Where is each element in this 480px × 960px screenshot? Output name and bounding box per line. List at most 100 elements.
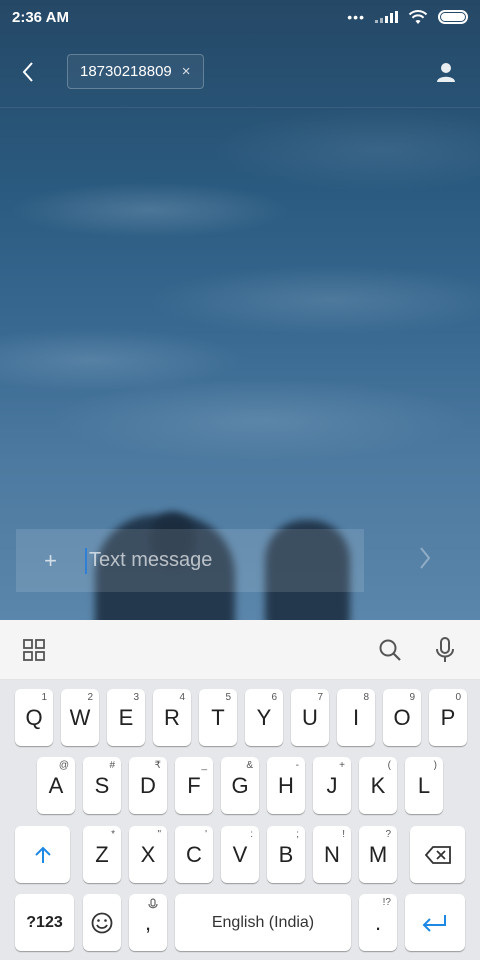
wifi-icon	[408, 10, 428, 24]
key-alt-label: 3	[133, 692, 139, 703]
emoji-key[interactable]	[83, 894, 121, 951]
space-key[interactable]: English (India)	[175, 894, 351, 951]
key-alt-label: 8	[363, 692, 369, 703]
key-label: Y	[256, 704, 272, 730]
key-label: J	[326, 772, 338, 798]
period-label: .	[374, 909, 382, 935]
key-label: Z	[95, 841, 109, 867]
search-icon	[379, 639, 401, 661]
key-label: W	[69, 704, 91, 730]
key-y[interactable]: Y6	[245, 689, 283, 746]
key-label: F	[187, 772, 201, 798]
key-label: S	[94, 772, 110, 798]
key-alt-label: 5	[225, 692, 231, 703]
recipient-chip[interactable]: 18730218809 ×	[67, 54, 204, 89]
key-c[interactable]: C '	[175, 826, 213, 883]
key-w[interactable]: W2	[61, 689, 99, 746]
key-l[interactable]: L)	[405, 757, 443, 814]
key-alt-label: '	[205, 829, 207, 840]
add-contact-button[interactable]	[432, 58, 460, 86]
key-alt-label: @	[58, 760, 69, 771]
message-input[interactable]	[85, 547, 354, 574]
key-p[interactable]: P0	[429, 689, 467, 746]
symbols-key[interactable]: ?123	[15, 894, 74, 951]
key-n[interactable]: N!	[313, 826, 351, 883]
key-alt-label: (	[387, 760, 391, 771]
key-alt-label: 2	[87, 692, 93, 703]
key-alt-label: &	[246, 760, 253, 771]
shift-key[interactable]	[15, 826, 70, 883]
period-key[interactable]: . !?	[359, 894, 397, 951]
key-alt-label: *	[111, 829, 115, 840]
key-alt-label: !	[342, 829, 345, 840]
conversation-header: 18730218809 ×	[0, 44, 480, 108]
key-b[interactable]: B;	[267, 826, 305, 883]
key-e[interactable]: E3	[107, 689, 145, 746]
grid-icon	[23, 639, 45, 661]
key-alt-label: :	[250, 829, 253, 840]
key-label: L	[417, 772, 431, 798]
enter-key[interactable]	[405, 894, 465, 951]
enter-icon	[422, 914, 446, 932]
emoji-icon	[91, 912, 113, 933]
key-label: E	[118, 704, 134, 730]
send-chevron-icon	[420, 547, 431, 569]
keyboard-search-button[interactable]	[375, 635, 405, 665]
back-button[interactable]	[14, 58, 42, 86]
notification-dots: •••	[347, 9, 365, 25]
key-alt-label: +	[339, 760, 345, 771]
key-label: D	[140, 772, 156, 798]
keyboard-toolbar	[0, 620, 480, 680]
key-i[interactable]: I8	[337, 689, 375, 746]
key-label: H	[278, 772, 294, 798]
key-v[interactable]: V:	[221, 826, 259, 883]
microphone-icon	[148, 898, 158, 909]
remove-recipient-icon[interactable]: ×	[182, 63, 191, 80]
key-a[interactable]: A @	[37, 757, 75, 814]
key-alt-label: -	[295, 760, 299, 771]
key-alt-label: 6	[271, 692, 277, 703]
shift-arrow-icon	[34, 846, 51, 863]
person-icon	[437, 63, 455, 82]
key-s[interactable]: S #	[83, 757, 121, 814]
key-label: T	[211, 704, 225, 730]
key-t[interactable]: T5	[199, 689, 237, 746]
voice-input-button[interactable]	[430, 635, 460, 665]
key-alt-label: ;	[296, 829, 299, 840]
key-label: K	[370, 772, 386, 798]
key-label: N	[324, 841, 340, 867]
key-x[interactable]: X "	[129, 826, 167, 883]
battery-icon	[438, 10, 468, 24]
key-label: Q	[25, 704, 43, 730]
key-k[interactable]: K(	[359, 757, 397, 814]
status-bar: 2:36 AM •••	[0, 0, 480, 34]
attach-button[interactable]: +	[16, 529, 85, 592]
key-o[interactable]: O9	[383, 689, 421, 746]
signal-icon	[375, 11, 398, 23]
compose-bar: +	[16, 529, 364, 592]
key-label: C	[186, 841, 202, 867]
key-u[interactable]: U7	[291, 689, 329, 746]
key-r[interactable]: R4	[153, 689, 191, 746]
comma-key[interactable]: ,	[129, 894, 167, 951]
chevron-left-icon	[22, 62, 33, 82]
backspace-key[interactable]	[410, 826, 465, 883]
key-m[interactable]: M?	[359, 826, 397, 883]
key-j[interactable]: J +	[313, 757, 351, 814]
key-d[interactable]: D ₹	[129, 757, 167, 814]
key-label: X	[140, 841, 156, 867]
key-label: V	[232, 841, 248, 867]
key-label: U	[302, 704, 318, 730]
comma-label: ,	[144, 909, 152, 935]
status-icons: •••	[347, 9, 468, 25]
key-g[interactable]: G &	[221, 757, 259, 814]
send-button[interactable]	[410, 543, 440, 573]
key-alt-label: _	[201, 760, 207, 771]
key-z[interactable]: Z *	[83, 826, 121, 883]
key-h[interactable]: H-	[267, 757, 305, 814]
key-f[interactable]: F _	[175, 757, 213, 814]
apps-grid-button[interactable]	[19, 635, 49, 665]
key-alt-label: ?	[385, 829, 391, 840]
key-alt-label: #	[109, 760, 115, 771]
key-q[interactable]: Q1	[15, 689, 53, 746]
